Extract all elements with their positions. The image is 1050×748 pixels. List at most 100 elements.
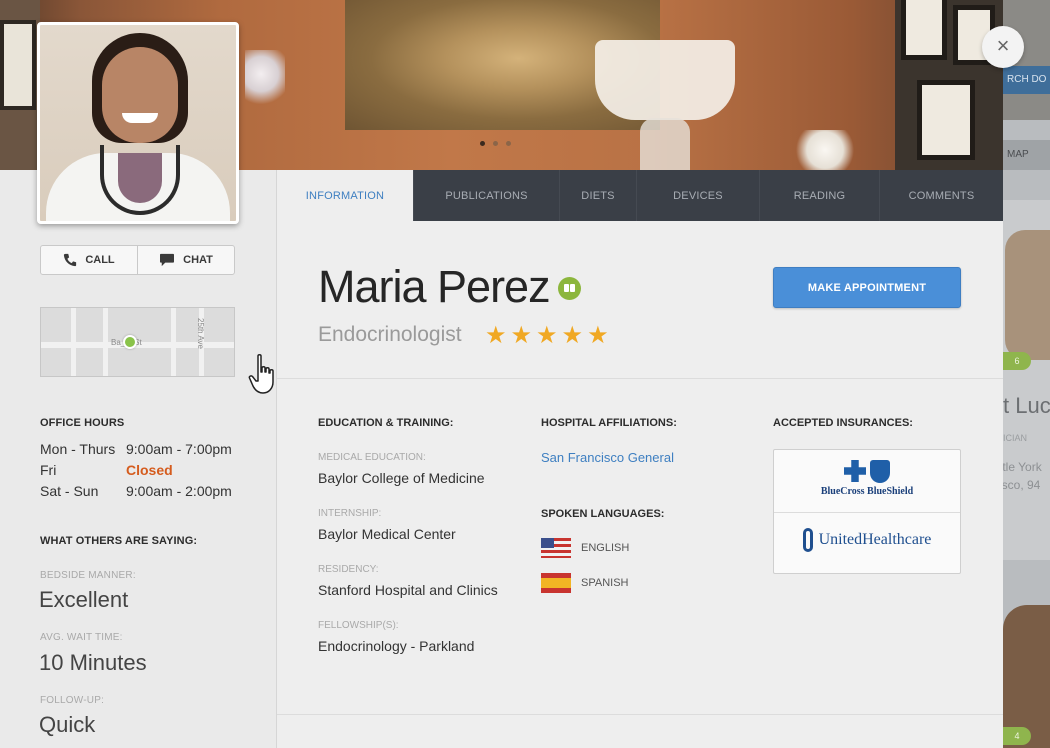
bluecross-logo-marks: [774, 460, 960, 483]
carousel-dot[interactable]: [480, 141, 485, 146]
spain-flag-icon: [541, 573, 571, 593]
reviews-title: WHAT OTHERS ARE SAYING:: [40, 535, 198, 547]
stat-label: BEDSIDE MANNER:: [40, 570, 136, 581]
chat-button[interactable]: CHAT: [137, 246, 234, 274]
stat-label: AVG. WAIT TIME:: [40, 632, 123, 643]
background-address-line: ttle York: [1003, 460, 1042, 474]
rating-stars-icon: ★★★★★: [485, 322, 613, 349]
carousel-dot[interactable]: [493, 141, 498, 146]
tab-publications[interactable]: PUBLICATIONS: [414, 170, 560, 221]
language-item: SPANISH: [541, 573, 628, 593]
background-map-button: MAP: [1003, 140, 1050, 170]
hours-day: Sat - Sun: [40, 483, 99, 499]
call-button[interactable]: CALL: [41, 246, 137, 274]
background-doctor-photo: [1005, 230, 1050, 360]
hospital-link[interactable]: San Francisco General: [541, 450, 674, 465]
background-doctor-address: ttle York isco, 94: [1003, 458, 1042, 494]
us-flag-icon: [541, 538, 571, 558]
avatar-face: [102, 47, 178, 143]
stat-value: Excellent: [39, 587, 129, 612]
profile-tabs: INFORMATION PUBLICATIONS DIETS DEVICES R…: [277, 170, 1003, 221]
map-road: [103, 308, 108, 376]
tab-diets[interactable]: DIETS: [560, 170, 637, 221]
carousel-dots[interactable]: [480, 141, 511, 146]
carousel-dot[interactable]: [506, 141, 511, 146]
map-street-label: 25th Ave: [196, 318, 205, 349]
hours-row: Fri Closed: [40, 462, 173, 478]
verified-badge-icon: [558, 277, 581, 300]
hero-flowers: [245, 50, 285, 110]
hours-day: Mon - Thurs: [40, 441, 116, 457]
avatar-smile: [122, 113, 158, 123]
blue-shield-icon: [870, 460, 890, 483]
make-appointment-button[interactable]: MAKE APPOINTMENT: [773, 267, 961, 308]
hours-row: Mon - Thurs 9:00am - 7:00pm: [40, 441, 232, 457]
languages-title: SPOKEN LANGUAGES:: [541, 508, 665, 520]
call-label: CALL: [85, 254, 115, 266]
blue-cross-icon: [844, 460, 866, 482]
hero-lamp-base: [640, 118, 690, 170]
hand-cursor-icon: [248, 353, 274, 394]
doctor-avatar: [37, 22, 239, 224]
education-title: EDUCATION & TRAINING:: [318, 417, 454, 429]
chat-label: CHAT: [183, 254, 213, 266]
contact-buttons: CALL CHAT: [40, 245, 235, 275]
background-badge-2: 4: [1003, 727, 1031, 745]
chat-bubble-icon: [160, 253, 175, 267]
tab-information[interactable]: INFORMATION: [277, 170, 414, 221]
close-icon: ×: [996, 33, 1010, 58]
hours-time: 9:00am - 7:00pm: [126, 441, 232, 457]
education-label: FELLOWSHIP(S):: [318, 620, 399, 631]
insurances-title: ACCEPTED INSURANCES:: [773, 417, 913, 429]
stat-value: Quick: [39, 712, 96, 737]
section-divider: [277, 714, 1003, 715]
insurance-name: UnitedHealthcare: [818, 531, 932, 548]
hours-time: 9:00am - 2:00pm: [126, 483, 232, 499]
hero-diploma: [901, 0, 947, 60]
background-doctor-specialty: ICIAN: [1003, 433, 1028, 443]
education-label: RESIDENCY:: [318, 564, 379, 575]
stat-label: FOLLOW-UP:: [40, 695, 105, 706]
insurance-logos-card: BlueCross BlueShield UnitedHealthcare: [773, 449, 961, 574]
education-value: Baylor Medical Center: [318, 526, 456, 542]
map-road: [71, 308, 76, 376]
hours-day: Fri: [40, 462, 57, 478]
location-map[interactable]: Ba___St 25th Ave: [40, 307, 235, 377]
background-page: RCH DO MAP 6 t Luc ICIAN ttle York isco,…: [1003, 0, 1050, 748]
doctor-specialty: Endocrinologist: [318, 323, 462, 346]
tab-devices[interactable]: DEVICES: [637, 170, 760, 221]
profile-header: Maria Perez Endocrinologist ★★★★★ MAKE A…: [277, 221, 1003, 379]
background-badge: 6: [1003, 352, 1031, 370]
office-hours-title: OFFICE HOURS: [40, 417, 125, 429]
insurance-name: BlueCross BlueShield: [820, 486, 914, 497]
profile-main-panel: INFORMATION PUBLICATIONS DIETS DEVICES R…: [277, 170, 1003, 748]
unitedhealthcare-mark-icon: [802, 528, 813, 552]
hero-diploma-frame: [0, 20, 36, 110]
hero-flowers-right: [790, 130, 860, 170]
doctor-name: Maria Perez: [318, 261, 551, 312]
hero-diploma: [917, 80, 975, 160]
hours-closed-status: Closed: [126, 462, 173, 478]
education-value: Baylor College of Medicine: [318, 470, 485, 486]
affiliations-title: HOSPITAL AFFILIATIONS:: [541, 417, 677, 429]
education-label: INTERNSHIP:: [318, 508, 382, 519]
language-name: SPANISH: [581, 577, 629, 589]
insurance-divider: [774, 512, 960, 513]
stat-value: 10 Minutes: [39, 650, 147, 675]
background-address-line: isco, 94: [1003, 478, 1041, 492]
education-value: Endocrinology - Parkland: [318, 638, 475, 654]
bluecross-blueshield-logo: BlueCross BlueShield: [774, 460, 960, 497]
tab-comments[interactable]: COMMENTS: [880, 170, 1003, 221]
language-item: ENGLISH: [541, 538, 629, 558]
education-label: MEDICAL EDUCATION:: [318, 452, 426, 463]
tab-reading[interactable]: READING: [760, 170, 880, 221]
education-value: Stanford Hospital and Clinics: [318, 582, 498, 598]
close-button[interactable]: ×: [982, 26, 1024, 68]
background-search-button: RCH DO: [1003, 66, 1050, 94]
unitedhealthcare-logo: UnitedHealthcare: [774, 528, 960, 552]
language-name: ENGLISH: [581, 542, 630, 554]
phone-icon: [64, 253, 77, 267]
hours-row: Sat - Sun 9:00am - 2:00pm: [40, 483, 232, 499]
hero-lamp-shade: [595, 40, 735, 120]
map-pin-icon[interactable]: [123, 335, 137, 349]
